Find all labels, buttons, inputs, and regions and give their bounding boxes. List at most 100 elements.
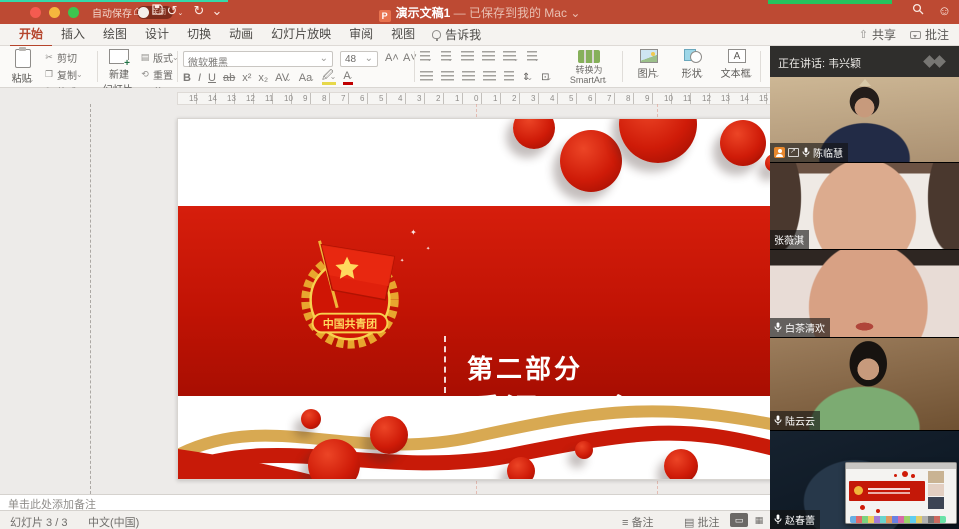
deco-ball	[664, 449, 698, 480]
search-icon[interactable]	[912, 3, 924, 18]
ribbon-tab-2[interactable]: 绘图	[94, 22, 136, 47]
app-window: 自动保存 关闭 ⌂ ↺⌄ ↻ ⌄ P演示文稿1 — 已保存到我的 Mac ⌄ ☺…	[0, 0, 959, 529]
ribbon-tab-3[interactable]: 设计	[136, 22, 178, 47]
highlight-color-button[interactable]: 🖉⌄	[322, 71, 336, 85]
ruler-number: 14	[208, 94, 217, 103]
font-name-select[interactable]: 微软雅黑	[183, 51, 333, 67]
change-case-button[interactable]: Aa⌄	[299, 72, 315, 84]
new-slide-icon	[109, 49, 129, 64]
deco-ball	[560, 130, 622, 192]
ppt-doc-icon: P	[379, 10, 391, 22]
insert-shapes-button[interactable]: 形状⌄	[672, 49, 714, 80]
ribbon-tab-0[interactable]: 开始	[10, 22, 52, 47]
ribbon-tab-7[interactable]: 审阅	[340, 22, 382, 47]
ruler-number: 12	[702, 94, 711, 103]
align-center-button[interactable]	[441, 71, 454, 84]
numbering-button[interactable]: ⌄	[441, 51, 454, 64]
copy-icon: ❐	[44, 69, 54, 80]
meeting-video-panel: 正在讲话: 韦兴颖 陈临慧 张薇淇 白茶清欢	[770, 46, 959, 529]
speaking-indicator-bar: 正在讲话: 韦兴颖	[770, 46, 959, 77]
share-button[interactable]: ⇧ 共享	[859, 26, 896, 43]
slide-part-label[interactable]: 第二部分	[467, 349, 583, 386]
youth-league-emblem: 中国共青团	[286, 229, 414, 357]
copy-button[interactable]: ❐复制⌄	[44, 67, 83, 82]
mic-icon	[802, 147, 810, 158]
decrease-indent-button[interactable]	[461, 51, 474, 64]
language-indicator[interactable]: 中文(中国)	[88, 514, 139, 529]
ribbon-tab-6[interactable]: 幻灯片放映	[262, 22, 340, 47]
ruler-number: 3	[531, 94, 535, 103]
align-right-button[interactable]	[462, 71, 475, 84]
participant-video-1[interactable]: 陈临慧	[770, 77, 959, 163]
preview-slide-thumbnail	[849, 481, 925, 501]
participant-video-4[interactable]: 陆云云	[770, 338, 959, 431]
justify-button[interactable]	[483, 71, 496, 84]
feedback-smiley-icon[interactable]: ☺	[938, 3, 951, 18]
ruler-number: 5	[379, 94, 383, 103]
align-left-button[interactable]	[420, 71, 433, 84]
window-title: P演示文稿1 — 已保存到我的 Mac ⌄	[0, 4, 959, 22]
reset-button[interactable]: ⟲重置	[140, 67, 179, 82]
participant-video-2[interactable]: 张薇淇	[770, 163, 959, 250]
ruler-number: 7	[607, 94, 611, 103]
sparkle-icon: ✦	[400, 258, 404, 264]
comments-button[interactable]: 批注	[910, 26, 949, 43]
normal-view-button[interactable]: ▭	[730, 513, 748, 527]
ruler-number: 5	[569, 94, 573, 103]
ribbon-tab-8[interactable]: 视图	[382, 22, 424, 47]
tell-me-button[interactable]: 告诉我	[424, 23, 489, 46]
strikethrough-button[interactable]: ab	[223, 72, 235, 84]
italic-button[interactable]: I	[198, 72, 201, 84]
bullets-button[interactable]: ⌄	[420, 51, 433, 64]
deco-ball	[507, 457, 535, 480]
line-spacing-button[interactable]: ⌄	[503, 51, 519, 64]
slide-counter: 幻灯片 3 / 3	[10, 514, 67, 529]
ruler-number: 2	[512, 94, 516, 103]
participant-video-3[interactable]: 白茶清欢	[770, 250, 959, 338]
insert-textbox-button[interactable]: A 文本框⌄	[716, 49, 758, 80]
paste-button[interactable]: 粘贴⌄	[6, 49, 40, 85]
increase-indent-button[interactable]	[482, 51, 495, 64]
slide-canvas[interactable]: 中国共青团 ✦ ✦ ✦ 第二部分 重温“两会”	[177, 118, 775, 480]
deco-ball	[301, 409, 321, 429]
bold-button[interactable]: B	[183, 72, 191, 84]
ruler-number: 0	[474, 94, 478, 103]
participant-video-5[interactable]: 赵春蕾	[770, 431, 959, 529]
text-direction-button[interactable]: ⌄	[527, 51, 540, 64]
font-color-button[interactable]: A⌄	[343, 71, 353, 85]
notes-toggle-button[interactable]: ≡ 备注	[622, 514, 653, 529]
ruler-number: 1	[493, 94, 497, 103]
ribbon-tab-row: 开始插入绘图设计切换动画幻灯片放映审阅视图 告诉我 ⇧ 共享 批注	[0, 24, 959, 46]
collapse-panel-icon[interactable]	[859, 79, 871, 86]
comments-toggle-button[interactable]: ▤ 批注	[684, 514, 719, 529]
vertical-align-button[interactable]: ⇕⌄	[522, 72, 533, 83]
increase-font-icon[interactable]: A˄	[385, 52, 399, 64]
ribbon-tab-1[interactable]: 插入	[52, 22, 94, 47]
ribbon-tab-5[interactable]: 动画	[220, 22, 262, 47]
subscript-button[interactable]: x₂	[258, 72, 268, 84]
guide-vertical-left[interactable]	[90, 104, 91, 494]
layout-icon: ▤	[140, 52, 150, 63]
align-text-button[interactable]: ⊡⌄	[541, 72, 552, 83]
meeting-app-logo-icon	[923, 55, 949, 68]
slide-sorter-view-button[interactable]: ▦	[750, 513, 768, 527]
insert-picture-button[interactable]: 图片⌄	[628, 49, 670, 80]
distribute-button[interactable]	[504, 71, 514, 84]
character-spacing-button[interactable]: AV⌄	[275, 72, 292, 84]
font-style-row: B I U ab x² x₂ AV⌄ Aa⌄ 🖉⌄ A⌄	[183, 71, 353, 85]
deco-ball	[720, 120, 766, 166]
layout-button[interactable]: ▤版式⌄	[140, 50, 179, 65]
convert-smartart-button[interactable]: 转换为SmartArt⌄	[563, 50, 615, 86]
ruler-number: 4	[398, 94, 402, 103]
shapes-icon	[684, 49, 702, 63]
cut-button[interactable]: ✂剪切	[44, 50, 83, 65]
ribbon-tab-4[interactable]: 切换	[178, 22, 220, 47]
underline-button[interactable]: U	[208, 72, 216, 84]
ruler-number: 8	[322, 94, 326, 103]
font-size-select[interactable]: 48	[340, 51, 378, 67]
participant-name: 白茶清欢	[785, 320, 825, 335]
screen-share-preview-window[interactable]	[845, 462, 957, 524]
superscript-button[interactable]: x²	[242, 72, 251, 84]
share-icon: ⇧	[859, 28, 868, 41]
mic-icon	[774, 322, 782, 333]
